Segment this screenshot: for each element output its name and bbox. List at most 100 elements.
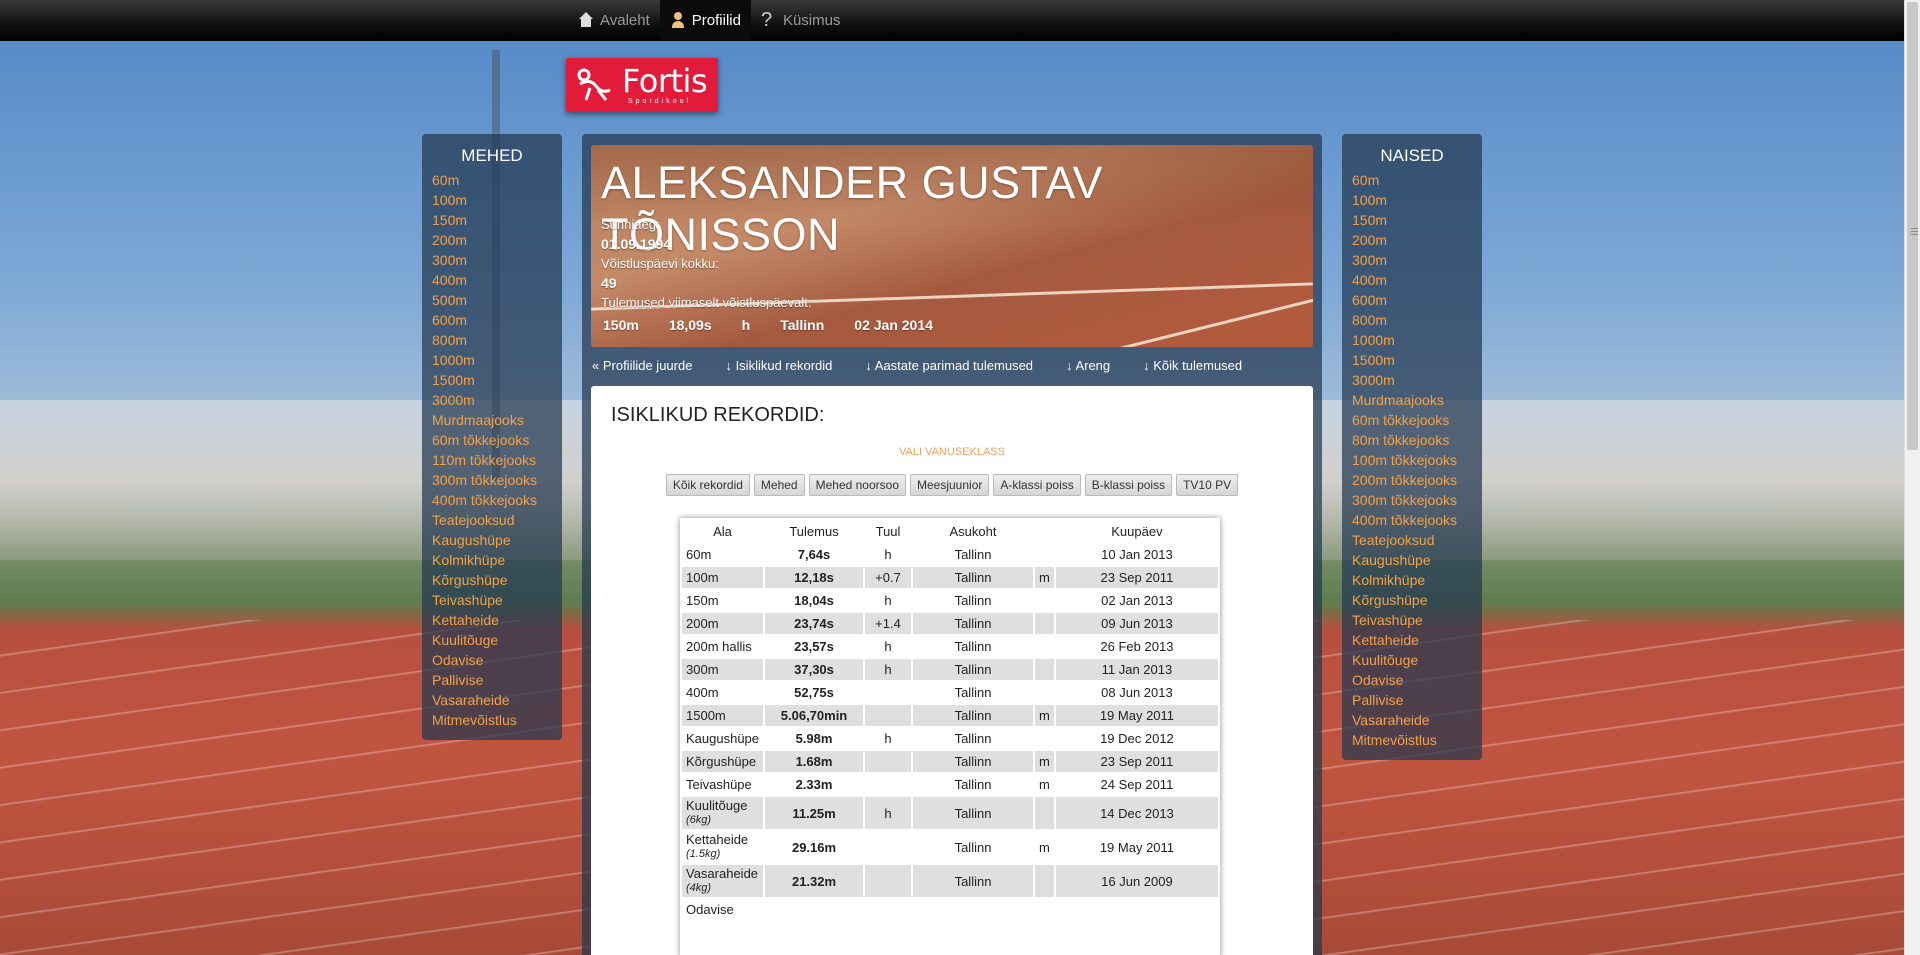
event-link[interactable]: 800m bbox=[432, 330, 552, 350]
back-to-profiles-link[interactable]: « Profiilide juurde bbox=[592, 358, 692, 373]
event-link[interactable]: 60m bbox=[1352, 170, 1472, 190]
event-link[interactable]: 150m bbox=[432, 210, 552, 230]
event-link[interactable]: Odavise bbox=[432, 650, 552, 670]
event-link[interactable]: 300m tõkkejooks bbox=[432, 470, 552, 490]
event-link[interactable]: 400m tõkkejooks bbox=[432, 490, 552, 510]
age-class-filter-button[interactable]: B-klassi poiss bbox=[1084, 474, 1173, 496]
event-link[interactable]: 400m bbox=[432, 270, 552, 290]
col-header-flag bbox=[1035, 520, 1054, 542]
event-link[interactable]: 300m tõkkejooks bbox=[1352, 490, 1472, 510]
cell-flag bbox=[1035, 797, 1054, 829]
event-link[interactable]: Mitmevõistlus bbox=[432, 710, 552, 730]
event-link[interactable]: 300m bbox=[1352, 250, 1472, 270]
event-link[interactable]: Odavise bbox=[1352, 670, 1472, 690]
age-class-filter-button[interactable]: TV10 PV bbox=[1176, 474, 1239, 496]
event-link[interactable]: Kõrgushüpe bbox=[1352, 590, 1472, 610]
cell-flag bbox=[1035, 613, 1054, 634]
scrollbar-thumb[interactable] bbox=[1907, 2, 1918, 450]
nav-item-avaleht[interactable]: Avaleht bbox=[568, 0, 660, 40]
all-results-link[interactable]: ↓ Kõik tulemused bbox=[1143, 358, 1242, 373]
days-value: 49 bbox=[601, 275, 617, 291]
event-weight-note: (4kg) bbox=[686, 882, 712, 894]
event-link[interactable]: 100m bbox=[432, 190, 552, 210]
cell-place: Tallinn bbox=[913, 797, 1034, 829]
event-link[interactable]: Murdmaajooks bbox=[1352, 390, 1472, 410]
home-icon bbox=[578, 12, 594, 28]
age-class-filter-button[interactable]: Mehed noorsoo bbox=[808, 474, 906, 496]
cell-result: 18,04s bbox=[794, 593, 834, 608]
cell-result: 23,57s bbox=[794, 639, 834, 654]
event-link[interactable]: Kuulitõuge bbox=[432, 630, 552, 650]
naised-event-list: 60m 100m 150m 200m 300m 400m 600m 800m 1000m 1500… bbox=[1352, 170, 1472, 750]
cell-date: 24 Sep 2011 bbox=[1100, 777, 1174, 792]
table-row: Kaugushüpe 5.98m h Tallinn 19 Dec 2012 bbox=[682, 728, 1218, 749]
progress-link[interactable]: ↓ Areng bbox=[1066, 358, 1110, 373]
age-class-filter-button[interactable]: Kõik rekordid bbox=[665, 474, 750, 496]
naised-panel: NAISED 60m 100m 150m 200m 300m 400m 600m 800m 10… bbox=[1342, 134, 1482, 760]
fortis-logo[interactable]: Fortis Spordikool bbox=[566, 58, 718, 112]
event-link[interactable]: Teivashüpe bbox=[432, 590, 552, 610]
event-link[interactable]: 800m bbox=[1352, 310, 1472, 330]
age-class-filter-button[interactable]: Meesjuunior bbox=[910, 474, 990, 496]
cell-result: 11.25m bbox=[765, 797, 864, 829]
age-class-filter-button[interactable]: Mehed bbox=[753, 474, 805, 496]
cell-event: Kõrgushüpe bbox=[682, 751, 764, 772]
event-link[interactable]: Kettaheide bbox=[1352, 630, 1472, 650]
event-link[interactable]: Pallivise bbox=[1352, 690, 1472, 710]
event-link[interactable]: 110m tõkkejooks bbox=[432, 450, 552, 470]
mehed-panel: MEHED 60m 100m 150m 200m 300m 400m 500m 600m 800… bbox=[422, 134, 562, 740]
event-link[interactable]: Kuulitõuge bbox=[1352, 650, 1472, 670]
event-link[interactable]: 200m bbox=[1352, 230, 1472, 250]
cell-event: 1500m bbox=[682, 705, 764, 726]
event-link[interactable]: 3000m bbox=[1352, 370, 1472, 390]
event-link[interactable]: 400m tõkkejooks bbox=[1352, 510, 1472, 530]
event-link[interactable]: 600m bbox=[432, 310, 552, 330]
records-title: ISIKLIKUD REKORDID: bbox=[611, 404, 825, 426]
event-link[interactable]: 200m tõkkejooks bbox=[1352, 470, 1472, 490]
event-link[interactable]: Pallivise bbox=[432, 670, 552, 690]
cell-wind bbox=[865, 774, 911, 795]
event-link[interactable]: Vasaraheide bbox=[1352, 710, 1472, 730]
event-link[interactable]: Kolmikhüpe bbox=[1352, 570, 1472, 590]
personal-records-link[interactable]: ↓ Isiklikud rekordid bbox=[725, 358, 832, 373]
event-link[interactable]: 1000m bbox=[432, 350, 552, 370]
event-link[interactable]: Teatejooksud bbox=[1352, 530, 1472, 550]
event-link[interactable]: 100m bbox=[1352, 190, 1472, 210]
event-link[interactable]: 600m bbox=[1352, 290, 1472, 310]
cell-result: 21.32m bbox=[765, 865, 864, 897]
cell-result: 7,64s bbox=[797, 547, 831, 562]
event-link[interactable]: 100m tõkkejooks bbox=[1352, 450, 1472, 470]
nav-item-kusimus[interactable]: ? Küsimus bbox=[751, 0, 851, 40]
event-link[interactable]: 1000m bbox=[1352, 330, 1472, 350]
event-link[interactable]: 150m bbox=[1352, 210, 1472, 230]
nav-item-profiilid[interactable]: Profiilid bbox=[659, 0, 751, 40]
event-link[interactable]: 300m bbox=[432, 250, 552, 270]
event-link[interactable]: 1500m bbox=[1352, 350, 1472, 370]
event-link[interactable]: 60m tõkkejooks bbox=[1352, 410, 1472, 430]
event-link[interactable]: Kaugushüpe bbox=[1352, 550, 1472, 570]
event-link[interactable]: 60m tõkkejooks bbox=[432, 430, 552, 450]
event-link[interactable]: Teatejooksud bbox=[432, 510, 552, 530]
event-link[interactable]: Murdmaajooks bbox=[432, 410, 552, 430]
event-link[interactable]: Kettaheide bbox=[432, 610, 552, 630]
event-link[interactable]: Vasaraheide bbox=[432, 690, 552, 710]
event-link[interactable]: Kõrgushüpe bbox=[432, 570, 552, 590]
event-link[interactable]: 80m tõkkejooks bbox=[1352, 430, 1472, 450]
records-table: Ala Tulemus Tuul Asukoht Kuupäev 60m 7,64… bbox=[680, 518, 1220, 922]
event-link[interactable]: Teivashüpe bbox=[1352, 610, 1472, 630]
event-link[interactable]: 3000m bbox=[432, 390, 552, 410]
event-link[interactable]: Kolmikhüpe bbox=[432, 550, 552, 570]
yearly-best-link[interactable]: ↓ Aastate parimad tulemused bbox=[865, 358, 1033, 373]
event-link[interactable]: 400m bbox=[1352, 270, 1472, 290]
age-class-filter-button[interactable]: A-klassi poiss bbox=[993, 474, 1081, 496]
event-link[interactable]: Mitmevõistlus bbox=[1352, 730, 1472, 750]
event-link[interactable]: 1500m bbox=[432, 370, 552, 390]
event-link[interactable]: 200m bbox=[432, 230, 552, 250]
cell-date: 02 Jan 2013 bbox=[1101, 593, 1173, 608]
cell-event: 60m bbox=[682, 544, 763, 565]
event-link[interactable]: Kaugushüpe bbox=[432, 530, 552, 550]
days-label: Võistluspäevi kokku: bbox=[601, 256, 719, 271]
page-scrollbar[interactable] bbox=[1904, 0, 1920, 955]
event-link[interactable]: 60m bbox=[432, 170, 552, 190]
event-link[interactable]: 500m bbox=[432, 290, 552, 310]
